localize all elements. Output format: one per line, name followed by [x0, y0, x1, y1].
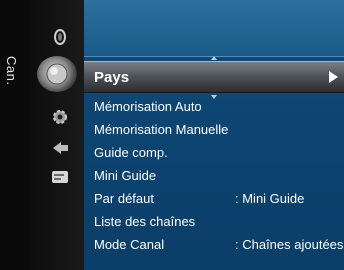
menu-item[interactable]: Mode Canal : Chaînes ajoutées: [94, 234, 344, 256]
application-icon[interactable]: [49, 166, 71, 188]
menu-item-label: Mémorisation Auto: [94, 99, 202, 114]
scroll-up-icon: [211, 56, 217, 60]
menu-item[interactable]: Mémorisation Auto: [94, 96, 344, 118]
icon-column: [29, 0, 85, 270]
setup-icon[interactable]: [49, 106, 71, 128]
menu-item-label: Guide comp.: [94, 145, 168, 160]
submenu-arrow-icon: [329, 71, 338, 83]
menu-item-label: Mode Canal: [94, 237, 165, 252]
menu-item-label: Par défaut: [94, 191, 154, 206]
menu-item-label: Mémorisation Manuelle: [94, 122, 229, 137]
selected-item-label: Pays: [94, 69, 130, 86]
input-icon[interactable]: [49, 136, 71, 158]
picture-icon[interactable]: [49, 26, 71, 48]
menu-item-pays[interactable]: Pays: [84, 61, 344, 93]
menu-item-label: Mini Guide: [94, 168, 157, 183]
channel-icon[interactable]: [37, 56, 77, 92]
menu-header-strip: [84, 0, 344, 57]
menu-item[interactable]: Mémorisation Manuelle: [94, 119, 344, 141]
menu-item[interactable]: Par défaut : Mini Guide: [94, 188, 344, 210]
menu-item-label: Liste des chaînes: [94, 214, 196, 229]
menu-item[interactable]: Mini Guide: [94, 165, 344, 187]
menu-item[interactable]: Liste des chaînes: [94, 211, 344, 233]
menu-item-value: : Mini Guide: [235, 191, 305, 206]
menu-item[interactable]: Guide comp.: [94, 142, 344, 164]
menu-item-value: : Chaînes ajoutées: [235, 237, 344, 252]
left-rail: Can.: [0, 0, 29, 270]
rail-label: Can.: [4, 56, 19, 86]
channel-menu: Pays Mémorisation Auto Mémorisation Manu…: [84, 0, 344, 270]
